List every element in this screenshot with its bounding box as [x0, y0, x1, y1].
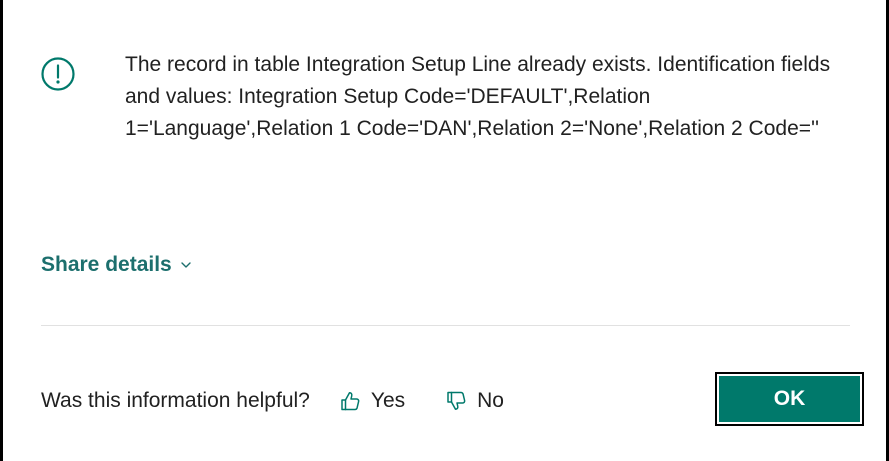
chevron-down-icon [181, 262, 191, 268]
yes-button[interactable]: Yes [339, 389, 405, 413]
no-button[interactable]: No [445, 389, 504, 413]
thumbs-up-icon [341, 392, 360, 411]
exclamation-circle-icon [41, 57, 75, 91]
error-dialog: The record in table Integration Setup Li… [0, 0, 889, 461]
helpful-question: Was this information helpful? [41, 389, 310, 412]
ok-button[interactable]: OK [715, 372, 864, 426]
error-message: The record in table Integration Setup Li… [125, 53, 831, 140]
divider [41, 325, 850, 326]
share-details-toggle[interactable]: Share details [41, 253, 192, 277]
no-label: No [477, 389, 504, 412]
share-details-label: Share details [41, 253, 172, 276]
thumbs-down-icon [447, 391, 466, 410]
feedback-bar: Was this information helpful? Yes No [41, 381, 504, 421]
yes-label: Yes [370, 389, 406, 412]
